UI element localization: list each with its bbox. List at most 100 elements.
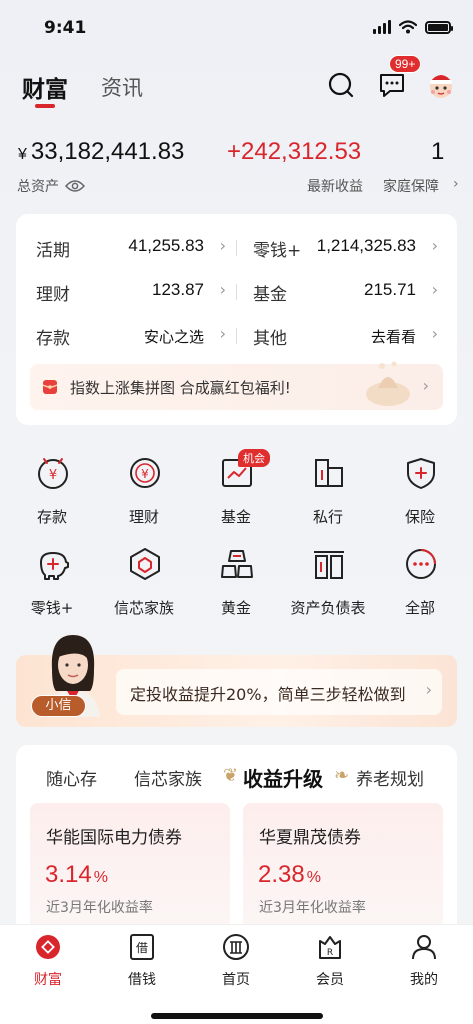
assistant-name: 小信 <box>31 695 86 717</box>
service-label: 黄金 <box>220 599 251 617</box>
product-rate-unit: % <box>93 869 108 886</box>
search-icon[interactable] <box>328 72 354 98</box>
tab-label: 首页 <box>222 972 250 988</box>
chevron-right-icon: › <box>431 324 438 343</box>
more-icon <box>406 549 436 579</box>
assistant-banner[interactable]: 小信 定投收益提升20%，简单三步轻松做到 › <box>16 635 457 727</box>
product-card[interactable]: 华能国际电力债券 3.14% 近3月年化收益率 <box>30 803 230 933</box>
product-rate-value: 3.14 <box>45 861 92 888</box>
svg-text:¥: ¥ <box>141 467 149 481</box>
tab-label: 我的 <box>410 972 438 988</box>
tab-yield-upgrade[interactable]: 收益升级 <box>243 763 323 792</box>
tab-bar-wealth[interactable]: 财富 <box>8 933 88 993</box>
account-item-other[interactable]: 其他 去看看 › <box>253 324 438 349</box>
message-badge: 99+ <box>389 55 422 73</box>
bottom-tab-bar: 财富 借 借钱 首页 R 会员 我的 <box>0 924 473 1024</box>
account-name: 存款 <box>36 329 70 349</box>
money-bag-icon <box>366 361 410 406</box>
tab-label: 会员 <box>316 972 344 988</box>
account-item-current[interactable]: 活期 41,255.83 › <box>36 236 226 261</box>
tab-news[interactable]: 资讯 <box>101 72 143 102</box>
service-change-plus[interactable]: 零钱+ <box>10 547 94 627</box>
product-card[interactable]: 华夏鼎茂债券 2.38% 近3月年化收益率 <box>243 803 443 933</box>
status-icons <box>373 20 453 34</box>
wifi-icon <box>399 20 417 34</box>
status-bar: 9:41 <box>0 0 473 56</box>
account-item-deposit[interactable]: 存款 安心之选 › <box>36 324 226 349</box>
deposit-icon: ¥ <box>38 458 68 489</box>
service-private-bank[interactable]: 私行 <box>286 456 370 536</box>
tab-label: 借钱 <box>128 972 156 988</box>
chevron-right-icon: › <box>431 236 438 255</box>
tab-wealth[interactable]: 财富 <box>22 70 68 104</box>
account-item-wealth[interactable]: 理财 123.87 › <box>36 280 226 305</box>
total-assets-label-text: 总资产 <box>17 179 59 195</box>
chevron-right-icon: › <box>431 280 438 299</box>
chevron-right-icon: › <box>219 324 226 343</box>
service-label: 理财 <box>128 508 159 526</box>
user-icon <box>412 935 436 960</box>
account-item-fund[interactable]: 基金 215.71 › <box>253 280 438 305</box>
tab-flexible-deposit[interactable]: 随心存 <box>46 765 97 790</box>
service-label: 存款 <box>36 508 67 526</box>
account-value: 1,214,325.83 <box>316 236 416 255</box>
service-label: 信芯家族 <box>113 599 174 617</box>
service-label: 全部 <box>404 599 435 617</box>
tab-retirement[interactable]: 养老规划 <box>356 765 424 790</box>
active-tab-indicator <box>35 104 55 108</box>
assistant-message: 定投收益提升20%，简单三步轻松做到 <box>130 685 406 704</box>
service-insurance[interactable]: 保险 <box>378 456 462 536</box>
account-item-change-plus[interactable]: 零钱+ 1,214,325.83 › <box>253 236 438 261</box>
avatar[interactable] <box>424 68 458 102</box>
divider <box>236 284 237 300</box>
currency-symbol: ¥ <box>18 146 27 163</box>
service-label: 零钱+ <box>30 599 74 617</box>
signal-icon <box>373 20 391 34</box>
wealth-tab-icon <box>36 935 60 959</box>
service-label: 私行 <box>312 508 343 526</box>
service-label: 资产负债表 <box>290 599 366 617</box>
tab-bar-home[interactable]: 首页 <box>196 933 276 993</box>
service-fund[interactable]: 基金 <box>194 456 278 536</box>
chevron-right-icon: › <box>219 236 226 255</box>
product-rate-unit: % <box>306 869 321 886</box>
service-wealth[interactable]: ¥ 理财 <box>102 456 186 536</box>
service-gold[interactable]: 黄金 <box>194 547 278 627</box>
tab-bar-mine[interactable]: 我的 <box>384 933 464 993</box>
latest-gain-value[interactable]: +242,312.53 <box>227 138 361 166</box>
products-card: 随心存 信芯家族 ❦ 收益升级 ❧ 养老规划 华能国际电力债券 3.14% 近3… <box>16 745 457 945</box>
wealth-icon: ¥ <box>130 458 160 488</box>
account-name: 零钱+ <box>253 241 302 261</box>
service-deposit[interactable]: ¥ 存款 <box>10 456 94 536</box>
service-family[interactable]: 信芯家族 <box>102 547 186 627</box>
chevron-right-icon: › <box>422 376 429 395</box>
chevron-right-icon: › <box>453 176 459 192</box>
eye-icon[interactable] <box>65 179 85 193</box>
promo-text: 指数上涨集拼图 合成赢红包福利! <box>70 379 291 397</box>
family-icon <box>130 548 160 580</box>
tab-bar-loan[interactable]: 借 借钱 <box>102 933 182 993</box>
product-rate-desc: 近3月年化收益率 <box>46 900 153 916</box>
account-name: 活期 <box>36 241 70 261</box>
opportunity-tag: 机会 <box>238 449 270 467</box>
red-envelope-icon <box>42 380 58 394</box>
service-balance-sheet[interactable]: 资产负债表 <box>286 547 370 627</box>
account-card: 活期 41,255.83 › 零钱+ 1,214,325.83 › 理财 123… <box>16 214 457 425</box>
promo-banner[interactable]: 指数上涨集拼图 合成赢红包福利! › <box>30 361 443 410</box>
account-value: 去看看 <box>370 328 416 346</box>
total-assets-amount: 33,182,441.83 <box>30 138 185 165</box>
svg-text:¥: ¥ <box>49 468 57 483</box>
tab-family[interactable]: 信芯家族 <box>134 765 202 790</box>
assistant-bubble[interactable]: 定投收益提升20%，简单三步轻松做到 › <box>116 669 442 715</box>
message-icon[interactable] <box>378 72 406 98</box>
family-protection-label[interactable]: 家庭保障 <box>383 176 439 196</box>
tab-label: 财富 <box>34 972 62 988</box>
total-assets-value[interactable]: ¥33,182,441.83 <box>18 138 184 166</box>
service-all[interactable]: 全部 <box>378 547 462 627</box>
tab-bar-membership[interactable]: R 会员 <box>290 933 370 993</box>
family-protection-count[interactable]: 1 <box>431 138 444 166</box>
divider <box>236 328 237 344</box>
account-value: 安心之选 <box>143 328 204 346</box>
service-label: 基金 <box>220 508 251 526</box>
balance-sheet-icon <box>314 551 344 579</box>
